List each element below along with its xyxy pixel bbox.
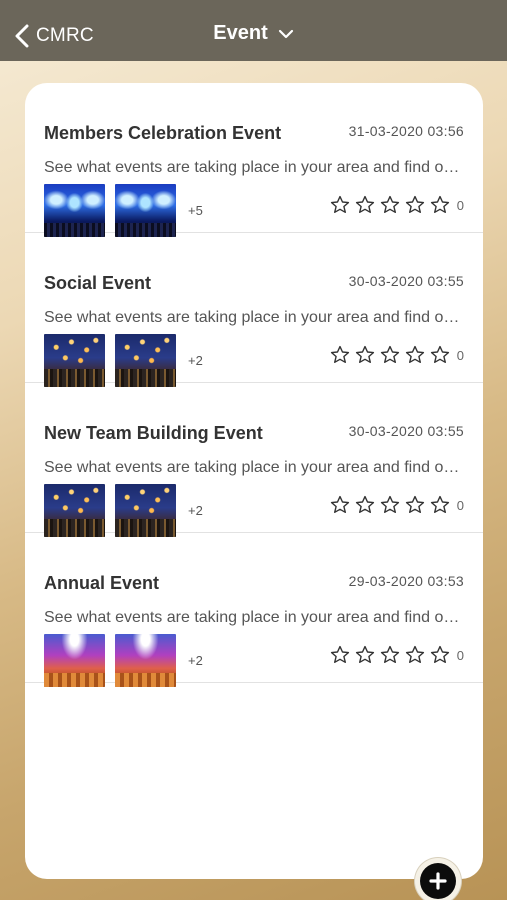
back-label: CMRC xyxy=(36,25,94,46)
star-outline-icon[interactable] xyxy=(405,645,425,665)
page-title: Event xyxy=(213,22,268,44)
more-photos-count: +5 xyxy=(188,203,203,218)
event-list-item[interactable]: New Team Building Event 30-03-2020 03:55… xyxy=(25,383,483,537)
star-rating: 0 xyxy=(330,645,464,665)
event-photo-thumbnail[interactable] xyxy=(115,484,176,537)
star-outline-icon[interactable] xyxy=(405,345,425,365)
star-outline-icon[interactable] xyxy=(430,645,450,665)
star-outline-icon[interactable] xyxy=(355,495,375,515)
event-photo-thumbnail[interactable] xyxy=(44,634,105,687)
star-outline-icon[interactable] xyxy=(380,645,400,665)
event-date: 30-03-2020 03:55 xyxy=(348,273,464,289)
event-list: Members Celebration Event 31-03-2020 03:… xyxy=(25,83,483,687)
event-title: Social Event xyxy=(44,273,152,293)
rating-count: 0 xyxy=(456,497,464,513)
event-title: Annual Event xyxy=(44,573,160,593)
star-outline-icon[interactable] xyxy=(330,645,350,665)
event-photo-thumbnail[interactable] xyxy=(44,184,105,237)
event-photo-thumbnail[interactable] xyxy=(115,334,176,387)
plus-icon xyxy=(429,872,447,890)
event-type-dropdown[interactable]: Event xyxy=(194,22,314,45)
star-rating: 0 xyxy=(330,345,464,365)
star-outline-icon[interactable] xyxy=(330,345,350,365)
chevron-left-icon xyxy=(15,24,29,48)
add-event-button[interactable] xyxy=(415,858,461,900)
more-photos-count: +2 xyxy=(188,353,203,368)
event-list-item[interactable]: Members Celebration Event 31-03-2020 03:… xyxy=(25,83,483,237)
event-list-item[interactable]: Annual Event 29-03-2020 03:53 See what e… xyxy=(25,533,483,687)
star-outline-icon[interactable] xyxy=(355,345,375,365)
top-bar: CMRC Event xyxy=(0,0,507,61)
more-photos-count: +2 xyxy=(188,653,203,668)
rating-count: 0 xyxy=(456,347,464,363)
chevron-down-icon xyxy=(278,29,293,38)
rating-count: 0 xyxy=(456,647,464,663)
star-outline-icon[interactable] xyxy=(430,195,450,215)
add-button-circle xyxy=(420,863,456,899)
star-outline-icon[interactable] xyxy=(380,495,400,515)
event-list-item[interactable]: Social Event 30-03-2020 03:55 See what e… xyxy=(25,233,483,387)
star-rating: 0 xyxy=(330,195,464,215)
star-outline-icon[interactable] xyxy=(380,195,400,215)
event-photos: +2 xyxy=(44,634,203,687)
event-photo-thumbnail[interactable] xyxy=(44,334,105,387)
event-title: New Team Building Event xyxy=(44,423,263,443)
event-date: 29-03-2020 03:53 xyxy=(348,573,464,589)
star-outline-icon[interactable] xyxy=(330,195,350,215)
back-button[interactable]: CMRC xyxy=(14,20,94,52)
event-photos: +2 xyxy=(44,334,203,387)
event-photo-thumbnail[interactable] xyxy=(115,184,176,237)
star-outline-icon[interactable] xyxy=(405,495,425,515)
event-photo-thumbnail[interactable] xyxy=(44,484,105,537)
event-description: See what events are taking place in your… xyxy=(44,609,464,626)
rating-count: 0 xyxy=(456,197,464,213)
event-date: 31-03-2020 03:56 xyxy=(348,123,464,139)
event-photos: +2 xyxy=(44,484,203,537)
event-title: Members Celebration Event xyxy=(44,123,282,143)
event-description: See what events are taking place in your… xyxy=(44,159,464,176)
event-photo-thumbnail[interactable] xyxy=(115,634,176,687)
star-outline-icon[interactable] xyxy=(380,345,400,365)
event-description: See what events are taking place in your… xyxy=(44,459,464,476)
star-outline-icon[interactable] xyxy=(430,495,450,515)
star-outline-icon[interactable] xyxy=(355,195,375,215)
more-photos-count: +2 xyxy=(188,503,203,518)
star-outline-icon[interactable] xyxy=(330,495,350,515)
star-rating: 0 xyxy=(330,495,464,515)
star-outline-icon[interactable] xyxy=(430,345,450,365)
event-description: See what events are taking place in your… xyxy=(44,309,464,326)
event-list-card: Members Celebration Event 31-03-2020 03:… xyxy=(25,83,483,879)
event-photos: +5 xyxy=(44,184,203,237)
event-date: 30-03-2020 03:55 xyxy=(348,423,464,439)
star-outline-icon[interactable] xyxy=(405,195,425,215)
star-outline-icon[interactable] xyxy=(355,645,375,665)
